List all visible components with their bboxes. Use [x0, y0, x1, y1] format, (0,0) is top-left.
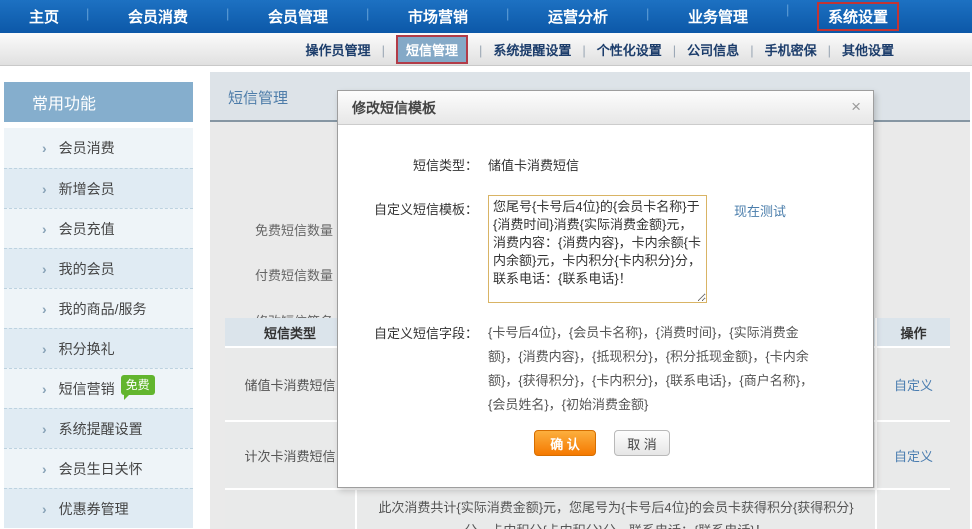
chevron-right-icon: › — [42, 381, 47, 397]
subnav-phone-security[interactable]: 手机密保 — [765, 40, 842, 59]
sidebar-item-member-consume[interactable]: › 会员消费 — [4, 128, 193, 168]
sidebar-item-label: 会员生日关怀 — [59, 459, 143, 479]
sub-navigation: 操作员管理 短信管理 系统提醒设置 个性化设置 公司信息 手机密保 其他设置 — [0, 33, 972, 66]
subnav-sms-manage-highlight[interactable]: 短信管理 — [396, 35, 468, 64]
sidebar-item-my-products[interactable]: › 我的商品/服务 — [4, 288, 193, 328]
sidebar-item-my-members[interactable]: › 我的会员 — [4, 248, 193, 288]
sms-type-value: 储值卡消费短信 — [488, 155, 579, 174]
test-now-link[interactable]: 现在测试 — [734, 201, 786, 220]
sidebar-item-birthday-care[interactable]: › 会员生日关怀 — [4, 448, 193, 488]
nav-business[interactable]: 业务管理 — [648, 6, 788, 27]
chevron-right-icon: › — [42, 461, 47, 477]
customize-link[interactable]: 自定义 — [894, 446, 933, 465]
page-title: 短信管理 — [228, 87, 288, 108]
table-row-type: 积分卡消费短信 — [225, 490, 355, 529]
sidebar-item-add-member[interactable]: › 新增会员 — [4, 168, 193, 208]
close-icon[interactable]: × — [851, 98, 861, 115]
custom-fields-label: 自定义短信字段： — [338, 323, 478, 342]
subnav-other-settings[interactable]: 其他设置 — [842, 40, 894, 59]
chevron-right-icon: › — [42, 421, 47, 437]
customize-link[interactable]: 自定义 — [894, 526, 933, 529]
nav-home[interactable]: 主页 — [0, 6, 88, 27]
sms-type-label: 短信类型： — [338, 155, 478, 174]
sidebar-item-label: 系统提醒设置 — [59, 419, 143, 439]
app-window: 主页 会员消费 会员管理 市场营销 运营分析 业务管理 系统设置 操作员管理 短… — [0, 0, 972, 529]
nav-member-consume[interactable]: 会员消费 — [88, 6, 228, 27]
cancel-button[interactable]: 取 消 — [614, 430, 670, 456]
chevron-right-icon: › — [42, 181, 47, 197]
table-header-type: 短信类型 — [225, 318, 355, 346]
chevron-right-icon: › — [42, 341, 47, 357]
nav-marketing[interactable]: 市场营销 — [368, 6, 508, 27]
table-row-type: 计次卡消费短信 — [225, 422, 355, 488]
sidebar-item-system-remind[interactable]: › 系统提醒设置 — [4, 408, 193, 448]
chevron-right-icon: › — [42, 221, 47, 237]
table-header-action: 操作 — [877, 318, 950, 346]
edit-sms-template-dialog: 修改短信模板 × 短信类型： 储值卡消费短信 自定义短信模板： 您尾号{卡号后4… — [337, 90, 874, 488]
label-paid-sms-count: 付费短信数量 — [255, 265, 333, 284]
sidebar-title: 常用功能 — [4, 82, 193, 122]
sidebar-item-label: 优惠券管理 — [59, 499, 129, 519]
sidebar-item-label: 积分换礼 — [59, 339, 115, 359]
custom-template-textarea[interactable]: 您尾号{卡号后4位}的{会员卡名称}于{消费时间}消费{实际消费金额}元，消费内… — [488, 195, 707, 303]
sidebar-item-label: 我的会员 — [59, 259, 115, 279]
dialog-title: 修改短信模板 — [352, 98, 436, 118]
table-row-type: 储值卡消费短信 — [225, 348, 355, 420]
subnav-system-remind[interactable]: 系统提醒设置 — [493, 40, 596, 59]
sidebar-item-member-recharge[interactable]: › 会员充值 — [4, 208, 193, 248]
subnav-sms-manage[interactable]: 短信管理 — [396, 35, 493, 64]
dialog-header: 修改短信模板 × — [338, 91, 873, 125]
customize-link[interactable]: 自定义 — [894, 375, 933, 394]
sidebar-item-points-gift[interactable]: › 积分换礼 — [4, 328, 193, 368]
chevron-right-icon: › — [42, 301, 47, 317]
chevron-right-icon: › — [42, 261, 47, 277]
subnav-personalize[interactable]: 个性化设置 — [597, 40, 687, 59]
sidebar-item-sms-marketing[interactable]: › 短信营销免费 — [4, 368, 193, 408]
table-row-content: 此次消费共计{实际消费金额}元，您尾号为{卡号后4位}的会员卡获得积分{获得积分… — [357, 490, 875, 529]
label-free-sms-count: 免费短信数量 — [255, 220, 333, 239]
sidebar-item-label: 新增会员 — [59, 179, 115, 199]
custom-fields-value: {卡号后4位}，{会员卡名称}，{消费时间}，{实际消费金额}，{消费内容}，{… — [488, 321, 820, 417]
sidebar-item-coupon-manage[interactable]: › 优惠券管理 — [4, 488, 193, 528]
custom-template-label: 自定义短信模板： — [338, 199, 478, 218]
sidebar-item-label: 会员充值 — [59, 219, 115, 239]
nav-system-settings[interactable]: 系统设置 — [788, 2, 928, 31]
table-row-action: 自定义 — [877, 490, 950, 529]
top-navigation: 主页 会员消费 会员管理 市场营销 运营分析 业务管理 系统设置 — [0, 0, 972, 33]
sidebar-menu: › 会员消费 › 新增会员 › 会员充值 › 我的会员 › 我的商品/服务 › 积分换礼 ›… — [4, 128, 193, 528]
nav-member-manage[interactable]: 会员管理 — [228, 6, 368, 27]
free-badge: 免费 — [121, 375, 155, 395]
subnav-company-info[interactable]: 公司信息 — [687, 40, 764, 59]
sidebar-item-label: 我的商品/服务 — [59, 299, 147, 319]
subnav-operator-manage[interactable]: 操作员管理 — [306, 40, 396, 59]
confirm-button[interactable]: 确 认 — [534, 430, 596, 456]
sidebar: 常用功能 › 会员消费 › 新增会员 › 会员充值 › 我的会员 › 我的商品/服务 › 积… — [4, 82, 193, 528]
nav-system-settings-highlight[interactable]: 系统设置 — [817, 2, 899, 31]
sidebar-item-label: 短信营销 — [59, 379, 115, 399]
nav-analysis[interactable]: 运营分析 — [508, 6, 648, 27]
table-row-action: 自定义 — [877, 348, 950, 420]
table-row-action: 自定义 — [877, 422, 950, 488]
chevron-right-icon: › — [42, 501, 47, 517]
chevron-right-icon: › — [42, 140, 47, 156]
sidebar-item-label: 会员消费 — [59, 138, 115, 158]
